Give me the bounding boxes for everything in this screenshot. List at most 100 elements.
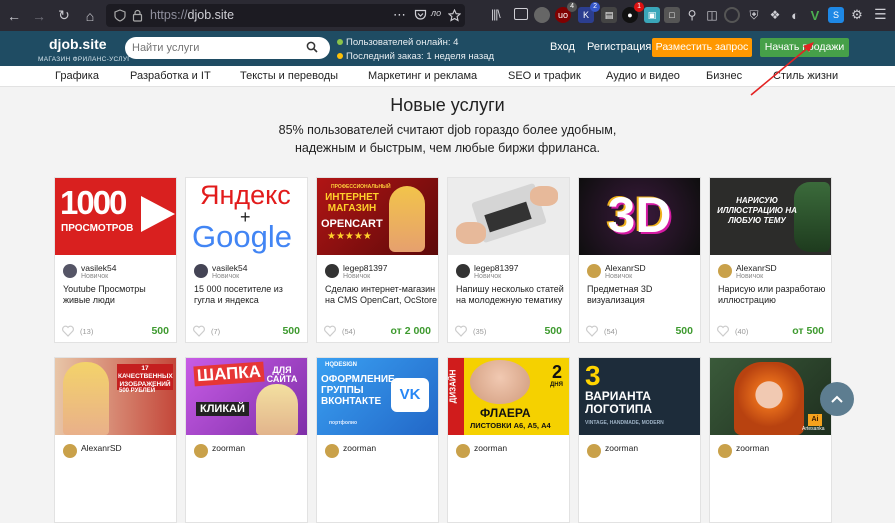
service-title[interactable]: Напишу несколько статей на молодежную те… bbox=[456, 284, 568, 306]
seller-name[interactable]: legep81397 bbox=[343, 263, 387, 273]
avatar[interactable] bbox=[456, 444, 470, 458]
seller-name[interactable]: vasilek54 bbox=[81, 263, 116, 273]
service-card[interactable]: Яндекс + Google vasilek54 Новичок 15 000… bbox=[185, 177, 308, 343]
category-business[interactable]: Бизнес bbox=[706, 70, 742, 82]
extension-icon[interactable]: ● 1 bbox=[622, 2, 644, 23]
service-image[interactable]: HQDESIGN ОФОРМЛЕНИЕ ГРУППЫ ВКОНТАКТЕ VK … bbox=[317, 358, 438, 435]
service-card[interactable]: НАРИСУЮ ИЛЛЮСТРАЦИЮ НА ЛЮБУЮ ТЕМУ Alexan… bbox=[709, 177, 832, 343]
service-card[interactable]: ШАПКА ДЛЯ САЙТА КЛИКАЙ zoorman bbox=[185, 357, 308, 523]
avatar[interactable] bbox=[194, 444, 208, 458]
heart-icon[interactable] bbox=[62, 325, 74, 337]
heart-icon[interactable] bbox=[193, 325, 205, 337]
post-request-button[interactable]: Разместить запрос bbox=[652, 38, 752, 57]
seller-name[interactable]: zoorman bbox=[212, 443, 245, 453]
more-actions-icon[interactable]: ⋯ bbox=[393, 7, 406, 23]
service-card[interactable]: HQDESIGN ОФОРМЛЕНИЕ ГРУППЫ ВКОНТАКТЕ VK … bbox=[316, 357, 439, 523]
avatar[interactable] bbox=[63, 264, 77, 278]
avatar[interactable] bbox=[718, 264, 732, 278]
service-image[interactable]: 3 ВАРИАНТА ЛОГОТИПА VINTAGE, HANDMADE, M… bbox=[579, 358, 700, 435]
seller-name[interactable]: AlexanrSD bbox=[605, 263, 646, 273]
extension-icon[interactable]: S bbox=[828, 7, 844, 23]
back-to-top-button[interactable] bbox=[820, 382, 854, 416]
moon-icon[interactable]: ◐ bbox=[787, 7, 803, 23]
avatar[interactable] bbox=[63, 444, 77, 458]
pocket-icon[interactable] bbox=[414, 9, 427, 21]
avatar[interactable] bbox=[456, 264, 470, 278]
seller-name[interactable]: zoorman bbox=[605, 443, 638, 453]
seller-name[interactable]: zoorman bbox=[343, 443, 376, 453]
service-title[interactable]: Сделаю интернет-магазин на CMS OpenCart,… bbox=[325, 284, 437, 306]
service-image[interactable]: Яндекс + Google bbox=[186, 178, 307, 255]
avatar[interactable] bbox=[325, 444, 339, 458]
category-texts[interactable]: Тексты и переводы bbox=[240, 70, 338, 82]
seller-name[interactable]: vasilek54 bbox=[212, 263, 247, 273]
seller-name[interactable]: zoorman bbox=[474, 443, 507, 453]
sidebar-icon[interactable] bbox=[514, 8, 528, 20]
service-image[interactable]: 1000 ПРОСМОТРОВ bbox=[55, 178, 176, 255]
site-logo[interactable]: djob.site bbox=[49, 36, 107, 52]
category-audio-video[interactable]: Аудио и видео bbox=[606, 70, 680, 82]
search-input[interactable] bbox=[125, 37, 330, 59]
bookmark-star-icon[interactable] bbox=[448, 9, 461, 22]
service-title[interactable]: Youtube Просмотры живые люди bbox=[63, 284, 175, 306]
category-graphics[interactable]: Графика bbox=[55, 70, 99, 82]
heart-icon[interactable] bbox=[717, 325, 729, 337]
service-title[interactable]: Нарисую или разработаю иллюстрацию bbox=[718, 284, 830, 306]
service-title[interactable]: Предметная 3D визуализация bbox=[587, 284, 699, 306]
login-link[interactable]: Вход bbox=[550, 41, 575, 53]
avatar[interactable] bbox=[718, 444, 732, 458]
service-card[interactable]: ДИЗАЙН 2 ДНЯ ФЛАЕРА ЛИСТОВКИ А6, А5, А4 … bbox=[447, 357, 570, 523]
ublock-icon[interactable]: uo 4 bbox=[555, 2, 577, 23]
shield-ext-icon[interactable]: ⛨ bbox=[746, 7, 762, 23]
service-card[interactable]: legep81397 Новичок Напишу несколько стат… bbox=[447, 177, 570, 343]
address-bar[interactable]: https://djob.site ⋯ ло bbox=[106, 4, 465, 27]
extension-icon[interactable]: □ bbox=[664, 7, 680, 23]
category-development[interactable]: Разработка и IT bbox=[130, 70, 211, 82]
seller-name[interactable]: legep81397 bbox=[474, 263, 518, 273]
heart-icon[interactable] bbox=[455, 325, 467, 337]
scrollbar[interactable] bbox=[884, 87, 895, 450]
search-icon[interactable] bbox=[306, 41, 318, 53]
service-image[interactable]: ШАПКА ДЛЯ САЙТА КЛИКАЙ bbox=[186, 358, 307, 435]
library-icon[interactable]: |||\ bbox=[491, 7, 501, 21]
service-title[interactable]: 15 000 посетителе из гугла и яндекса bbox=[194, 284, 306, 306]
register-link[interactable]: Регистрация bbox=[587, 41, 651, 53]
service-image[interactable]: ПРОФЕССИОНАЛЬНЫЙ ИНТЕРНЕТ МАГАЗИН OPENCA… bbox=[317, 178, 438, 255]
translate-icon[interactable]: ло bbox=[431, 8, 441, 18]
category-seo[interactable]: SEO и трафик bbox=[508, 70, 581, 82]
extension-icon[interactable]: ▣ bbox=[644, 7, 660, 23]
menu-icon[interactable]: ☰ bbox=[874, 6, 887, 23]
service-card[interactable]: 3D AlexanrSD Новичок Предметная 3D визуа… bbox=[578, 177, 701, 343]
service-card[interactable]: Ai Artesanka zoorman bbox=[709, 357, 832, 523]
service-card[interactable]: 17 КАЧЕСТВЕННЫХ ИЗОБРАЖЕНИЙ 500 РУБЛЕЙ A… bbox=[54, 357, 177, 523]
service-card[interactable]: 1000 ПРОСМОТРОВ vasilek54 Новичок Youtub… bbox=[54, 177, 177, 343]
forward-button[interactable]: → bbox=[28, 5, 50, 27]
seller-name[interactable]: zoorman bbox=[736, 443, 769, 453]
back-button[interactable]: ← bbox=[3, 5, 25, 27]
service-image[interactable]: 3D bbox=[579, 178, 700, 255]
loading-icon[interactable] bbox=[724, 7, 740, 23]
heart-icon[interactable] bbox=[324, 325, 336, 337]
service-image[interactable]: НАРИСУЮ ИЛЛЮСТРАЦИЮ НА ЛЮБУЮ ТЕМУ bbox=[710, 178, 831, 255]
gear-icon[interactable]: ⚙ bbox=[849, 7, 865, 23]
location-icon[interactable]: ⚲ bbox=[684, 7, 700, 23]
v-extension-icon[interactable]: V bbox=[807, 7, 823, 23]
service-image[interactable]: Ai Artesanka bbox=[710, 358, 831, 435]
reload-button[interactable]: ↻ bbox=[53, 5, 75, 27]
extension-icon[interactable]: K2 bbox=[578, 2, 600, 23]
extension-icon[interactable]: ◫ bbox=[704, 7, 720, 23]
extension-icon[interactable]: ▤ bbox=[601, 7, 617, 23]
home-icon[interactable]: ⌂ bbox=[79, 5, 101, 27]
avatar[interactable] bbox=[587, 264, 601, 278]
service-card[interactable]: ПРОФЕССИОНАЛЬНЫЙ ИНТЕРНЕТ МАГАЗИН OPENCA… bbox=[316, 177, 439, 343]
avatar[interactable] bbox=[325, 264, 339, 278]
avatar[interactable] bbox=[194, 264, 208, 278]
extension-icon[interactable]: ❖ bbox=[767, 7, 783, 23]
category-marketing[interactable]: Маркетинг и реклама bbox=[368, 70, 477, 82]
seller-name[interactable]: AlexanrSD bbox=[736, 263, 777, 273]
heart-icon[interactable] bbox=[586, 325, 598, 337]
service-image[interactable]: 17 КАЧЕСТВЕННЫХ ИЗОБРАЖЕНИЙ 500 РУБЛЕЙ bbox=[55, 358, 176, 435]
service-image[interactable] bbox=[448, 178, 569, 255]
service-card[interactable]: 3 ВАРИАНТА ЛОГОТИПА VINTAGE, HANDMADE, M… bbox=[578, 357, 701, 523]
service-image[interactable]: ДИЗАЙН 2 ДНЯ ФЛАЕРА ЛИСТОВКИ А6, А5, А4 bbox=[448, 358, 569, 435]
